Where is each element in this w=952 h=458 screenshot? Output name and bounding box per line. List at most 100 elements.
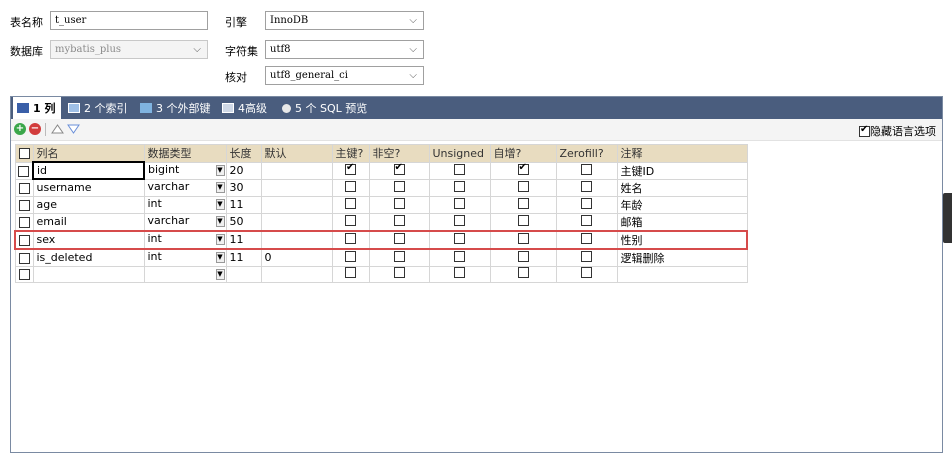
notnull-checkbox[interactable] bbox=[393, 163, 405, 175]
dropdown-arrow-icon[interactable]: ▼ bbox=[215, 181, 225, 193]
row-select-cell[interactable] bbox=[14, 178, 34, 197]
unsigned-checkbox[interactable] bbox=[454, 232, 465, 244]
engine-select[interactable]: InnoDB ⌵ bbox=[265, 11, 424, 30]
row-checkbox[interactable] bbox=[18, 216, 30, 228]
length-cell[interactable]: 30 bbox=[225, 178, 262, 197]
zerofill-checkbox[interactable] bbox=[581, 232, 592, 244]
length-cell[interactable]: 11 bbox=[225, 229, 262, 250]
data-type-cell[interactable]: int ▼ bbox=[143, 248, 227, 267]
row-select-cell[interactable] bbox=[14, 229, 34, 250]
autoinc-checkbox[interactable] bbox=[517, 180, 529, 192]
zerofill-cell[interactable] bbox=[555, 248, 618, 267]
zerofill-checkbox[interactable] bbox=[581, 163, 592, 175]
pk-checkbox[interactable] bbox=[345, 267, 356, 278]
side-panel-handle[interactable] bbox=[943, 193, 952, 243]
dropdown-arrow-icon[interactable]: ▼ bbox=[215, 215, 225, 227]
row-checkbox[interactable] bbox=[18, 252, 30, 264]
unsigned-checkbox[interactable] bbox=[454, 267, 465, 278]
comment-cell[interactable]: 姓名 bbox=[616, 178, 748, 197]
zerofill-cell[interactable] bbox=[555, 195, 618, 214]
column-name-cell[interactable]: age bbox=[32, 195, 145, 214]
unsigned-cell[interactable] bbox=[428, 178, 491, 197]
autoinc-cell[interactable] bbox=[489, 229, 557, 250]
row-checkbox[interactable] bbox=[18, 182, 30, 194]
column-name-cell[interactable]: username bbox=[32, 178, 145, 197]
default-cell[interactable] bbox=[260, 265, 333, 283]
zerofill-cell[interactable] bbox=[555, 229, 618, 250]
notnull-checkbox[interactable] bbox=[393, 267, 405, 278]
data-type-cell[interactable]: int ▼ bbox=[143, 229, 227, 250]
notnull-checkbox[interactable] bbox=[393, 197, 405, 209]
unsigned-checkbox[interactable] bbox=[454, 197, 465, 209]
row-checkbox[interactable] bbox=[18, 165, 30, 177]
row-select-cell[interactable] bbox=[14, 161, 34, 180]
notnull-cell[interactable] bbox=[368, 229, 430, 250]
autoinc-cell[interactable] bbox=[489, 248, 557, 267]
pk-checkbox[interactable] bbox=[345, 232, 356, 244]
row-checkbox[interactable] bbox=[18, 269, 30, 280]
unsigned-checkbox[interactable] bbox=[454, 163, 465, 175]
zerofill-checkbox[interactable] bbox=[581, 197, 592, 209]
unsigned-cell[interactable] bbox=[428, 161, 491, 180]
data-type-cell[interactable]: bigint ▼ bbox=[143, 161, 227, 180]
row-select-cell[interactable] bbox=[14, 265, 34, 283]
comment-cell[interactable]: 逻辑删除 bbox=[616, 248, 748, 267]
notnull-checkbox[interactable] bbox=[393, 180, 405, 192]
pk-cell[interactable] bbox=[331, 265, 370, 283]
unsigned-cell[interactable] bbox=[428, 265, 491, 283]
unsigned-cell[interactable] bbox=[428, 248, 491, 267]
row-select-cell[interactable] bbox=[14, 195, 34, 214]
column-name-cell[interactable]: is_deleted bbox=[32, 248, 145, 267]
autoinc-cell[interactable] bbox=[489, 195, 557, 214]
autoinc-checkbox[interactable] bbox=[517, 197, 529, 209]
tab-columns[interactable]: 1 列 bbox=[13, 97, 61, 119]
default-cell[interactable] bbox=[260, 161, 333, 180]
zerofill-cell[interactable] bbox=[555, 161, 618, 180]
column-name-cell[interactable]: email bbox=[32, 212, 145, 231]
add-column-icon[interactable]: + bbox=[14, 123, 26, 135]
autoinc-cell[interactable] bbox=[489, 212, 557, 231]
unsigned-cell[interactable] bbox=[428, 195, 491, 214]
comment-cell[interactable]: 年龄 bbox=[616, 195, 748, 214]
autoinc-checkbox[interactable] bbox=[517, 267, 529, 278]
pk-checkbox[interactable] bbox=[345, 214, 356, 226]
notnull-checkbox[interactable] bbox=[393, 250, 405, 262]
move-down-icon[interactable] bbox=[67, 124, 80, 134]
tab-indexes[interactable]: 2 个索引 bbox=[65, 97, 128, 119]
pk-checkbox[interactable] bbox=[345, 197, 356, 209]
unsigned-checkbox[interactable] bbox=[454, 250, 465, 262]
tab-sql-preview[interactable]: 5 个 SQL 预览 bbox=[279, 97, 367, 119]
data-type-cell[interactable]: ▼ bbox=[143, 265, 227, 283]
row-select-cell[interactable] bbox=[14, 212, 34, 231]
pk-cell[interactable] bbox=[331, 195, 370, 214]
row-checkbox[interactable] bbox=[18, 234, 30, 246]
table-name-input[interactable]: t_user bbox=[50, 11, 208, 30]
pk-cell[interactable] bbox=[331, 161, 370, 180]
comment-cell[interactable] bbox=[616, 265, 748, 283]
zerofill-cell[interactable] bbox=[555, 212, 618, 231]
table-row[interactable]: idbigint ▼20 主键ID bbox=[14, 161, 748, 180]
move-up-icon[interactable] bbox=[51, 124, 64, 134]
comment-cell[interactable]: 性别 bbox=[616, 229, 748, 250]
default-cell[interactable] bbox=[260, 195, 333, 214]
table-row[interactable]: age int ▼ 11 年龄 bbox=[14, 195, 748, 214]
notnull-cell[interactable] bbox=[368, 265, 430, 283]
pk-cell[interactable] bbox=[331, 248, 370, 267]
data-type-cell[interactable]: varchar ▼ bbox=[143, 212, 227, 231]
autoinc-checkbox[interactable] bbox=[517, 232, 529, 244]
notnull-checkbox[interactable] bbox=[393, 232, 405, 244]
autoinc-checkbox[interactable] bbox=[517, 163, 529, 175]
table-row[interactable]: email varchar ▼ 50 邮箱 bbox=[14, 212, 748, 231]
unsigned-cell[interactable] bbox=[428, 212, 491, 231]
zerofill-cell[interactable] bbox=[555, 265, 618, 283]
notnull-cell[interactable] bbox=[368, 161, 430, 180]
unsigned-cell[interactable] bbox=[428, 229, 491, 250]
autoinc-cell[interactable] bbox=[489, 265, 557, 283]
data-type-cell[interactable]: varchar ▼ bbox=[143, 178, 227, 197]
notnull-cell[interactable] bbox=[368, 178, 430, 197]
comment-cell[interactable]: 主键ID bbox=[616, 161, 748, 180]
row-checkbox[interactable] bbox=[18, 199, 30, 211]
pk-checkbox[interactable] bbox=[345, 163, 356, 175]
autoinc-cell[interactable] bbox=[489, 178, 557, 197]
table-row[interactable]: username varchar ▼ 30 姓名 bbox=[14, 178, 748, 197]
